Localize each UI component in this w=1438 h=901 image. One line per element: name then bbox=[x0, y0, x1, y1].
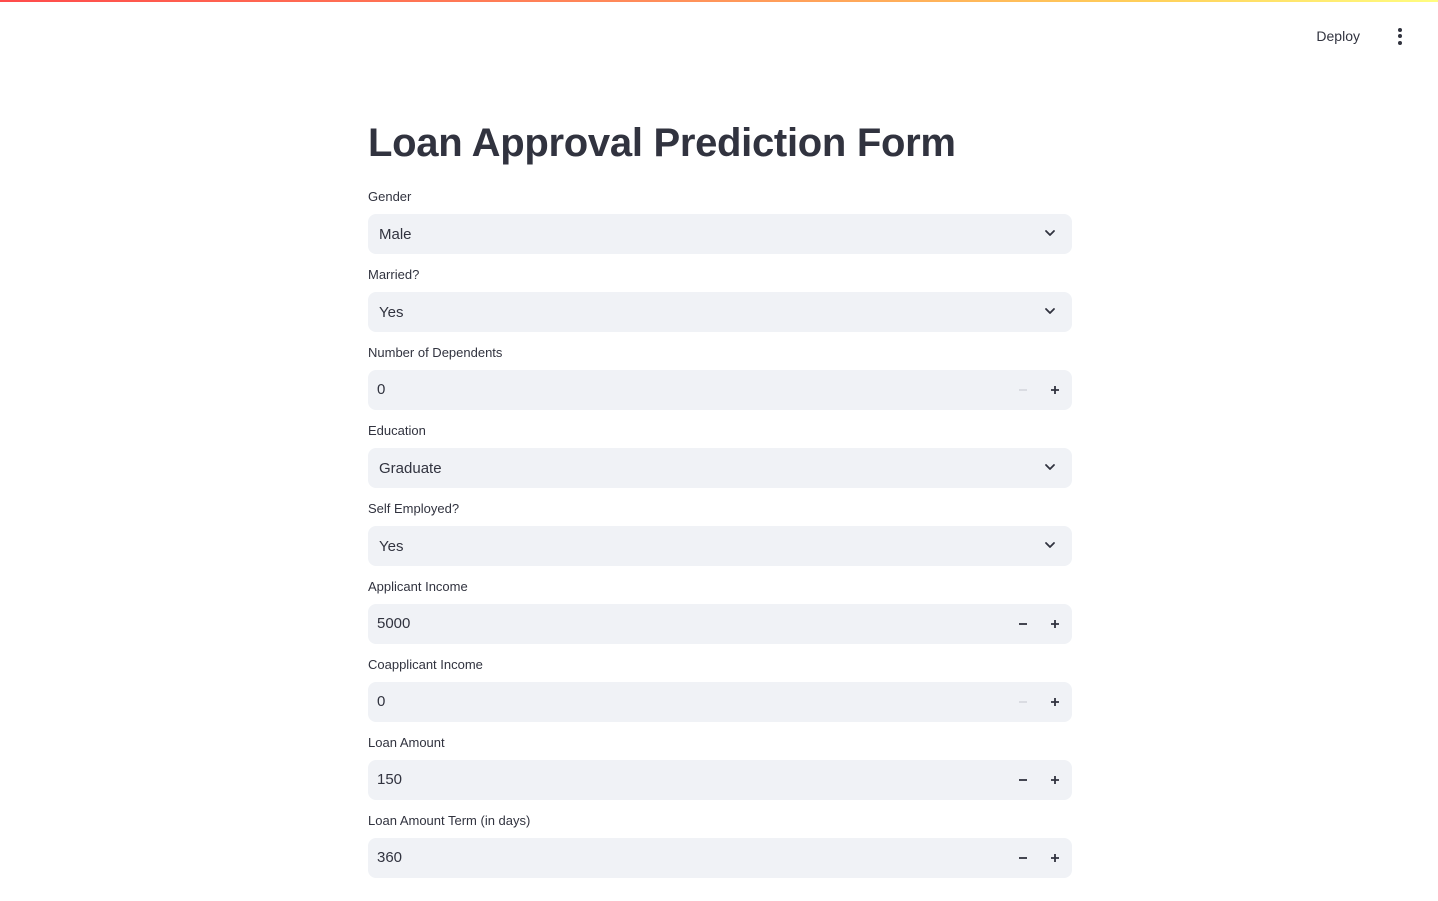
self-employed-field: Self Employed? Yes bbox=[368, 498, 1072, 566]
applicant-income-input[interactable]: 5000 bbox=[369, 605, 1007, 643]
dependents-decrement-button[interactable] bbox=[1007, 371, 1039, 409]
self-employed-selected-value: Yes bbox=[379, 537, 404, 555]
deploy-button[interactable]: Deploy bbox=[1308, 22, 1368, 50]
dependents-field: Number of Dependents 0 bbox=[368, 342, 1072, 410]
gender-field: Gender Male bbox=[368, 186, 1072, 254]
loan-term-field: Loan Amount Term (in days) 360 bbox=[368, 810, 1072, 878]
married-selected-value: Yes bbox=[379, 303, 404, 321]
applicant-income-increment-button[interactable] bbox=[1039, 605, 1071, 643]
chevron-down-icon bbox=[1045, 230, 1055, 236]
chevron-down-icon bbox=[1045, 464, 1055, 470]
married-select[interactable]: Yes bbox=[368, 292, 1072, 332]
page-title: Loan Approval Prediction Form bbox=[368, 121, 956, 165]
coapplicant-income-decrement-button[interactable] bbox=[1007, 683, 1039, 721]
coapplicant-income-input[interactable]: 0 bbox=[369, 683, 1007, 721]
loan-term-label: Loan Amount Term (in days) bbox=[368, 813, 531, 828]
education-selected-value: Graduate bbox=[379, 459, 442, 477]
loan-amount-input[interactable]: 150 bbox=[369, 761, 1007, 799]
coapplicant-income-field: Coapplicant Income 0 bbox=[368, 654, 1072, 722]
minus-icon bbox=[1019, 779, 1027, 781]
plus-icon bbox=[1051, 620, 1059, 628]
loan-term-increment-button[interactable] bbox=[1039, 839, 1071, 877]
coapplicant-income-label: Coapplicant Income bbox=[368, 657, 483, 672]
applicant-income-number-input: 5000 bbox=[368, 604, 1072, 644]
loan-term-number-input: 360 bbox=[368, 838, 1072, 878]
education-field: Education Graduate bbox=[368, 420, 1072, 488]
loan-term-decrement-button[interactable] bbox=[1007, 839, 1039, 877]
minus-icon bbox=[1019, 857, 1027, 859]
self-employed-select[interactable]: Yes bbox=[368, 526, 1072, 566]
main-menu-button[interactable] bbox=[1386, 22, 1414, 50]
dependents-input[interactable]: 0 bbox=[369, 371, 1007, 409]
married-label: Married? bbox=[368, 267, 420, 282]
coapplicant-income-increment-button[interactable] bbox=[1039, 683, 1071, 721]
main-content: Loan Approval Prediction Form Gender Mal… bbox=[368, 110, 1072, 878]
chevron-down-icon bbox=[1045, 542, 1055, 548]
dependents-increment-button[interactable] bbox=[1039, 371, 1071, 409]
chevron-down-icon bbox=[1045, 308, 1055, 314]
plus-icon bbox=[1051, 386, 1059, 394]
gender-label: Gender bbox=[368, 189, 412, 204]
minus-icon bbox=[1019, 389, 1027, 391]
loan-amount-increment-button[interactable] bbox=[1039, 761, 1071, 799]
app-header: Deploy bbox=[0, 2, 1438, 60]
plus-icon bbox=[1051, 776, 1059, 784]
loan-term-input[interactable]: 360 bbox=[369, 839, 1007, 877]
minus-icon bbox=[1019, 623, 1027, 625]
education-select[interactable]: Graduate bbox=[368, 448, 1072, 488]
plus-icon bbox=[1051, 854, 1059, 862]
self-employed-label: Self Employed? bbox=[368, 501, 460, 516]
gender-select[interactable]: Male bbox=[368, 214, 1072, 254]
kebab-menu-icon bbox=[1398, 27, 1402, 45]
education-label: Education bbox=[368, 423, 426, 438]
married-field: Married? Yes bbox=[368, 264, 1072, 332]
loan-amount-decrement-button[interactable] bbox=[1007, 761, 1039, 799]
loan-amount-label: Loan Amount bbox=[368, 735, 445, 750]
dependents-number-input: 0 bbox=[368, 370, 1072, 410]
plus-icon bbox=[1051, 698, 1059, 706]
loan-amount-field: Loan Amount 150 bbox=[368, 732, 1072, 800]
applicant-income-field: Applicant Income 5000 bbox=[368, 576, 1072, 644]
loan-amount-number-input: 150 bbox=[368, 760, 1072, 800]
applicant-income-label: Applicant Income bbox=[368, 579, 468, 594]
gender-selected-value: Male bbox=[379, 225, 412, 243]
applicant-income-decrement-button[interactable] bbox=[1007, 605, 1039, 643]
dependents-label: Number of Dependents bbox=[368, 345, 503, 360]
coapplicant-income-number-input: 0 bbox=[368, 682, 1072, 722]
minus-icon bbox=[1019, 701, 1027, 703]
